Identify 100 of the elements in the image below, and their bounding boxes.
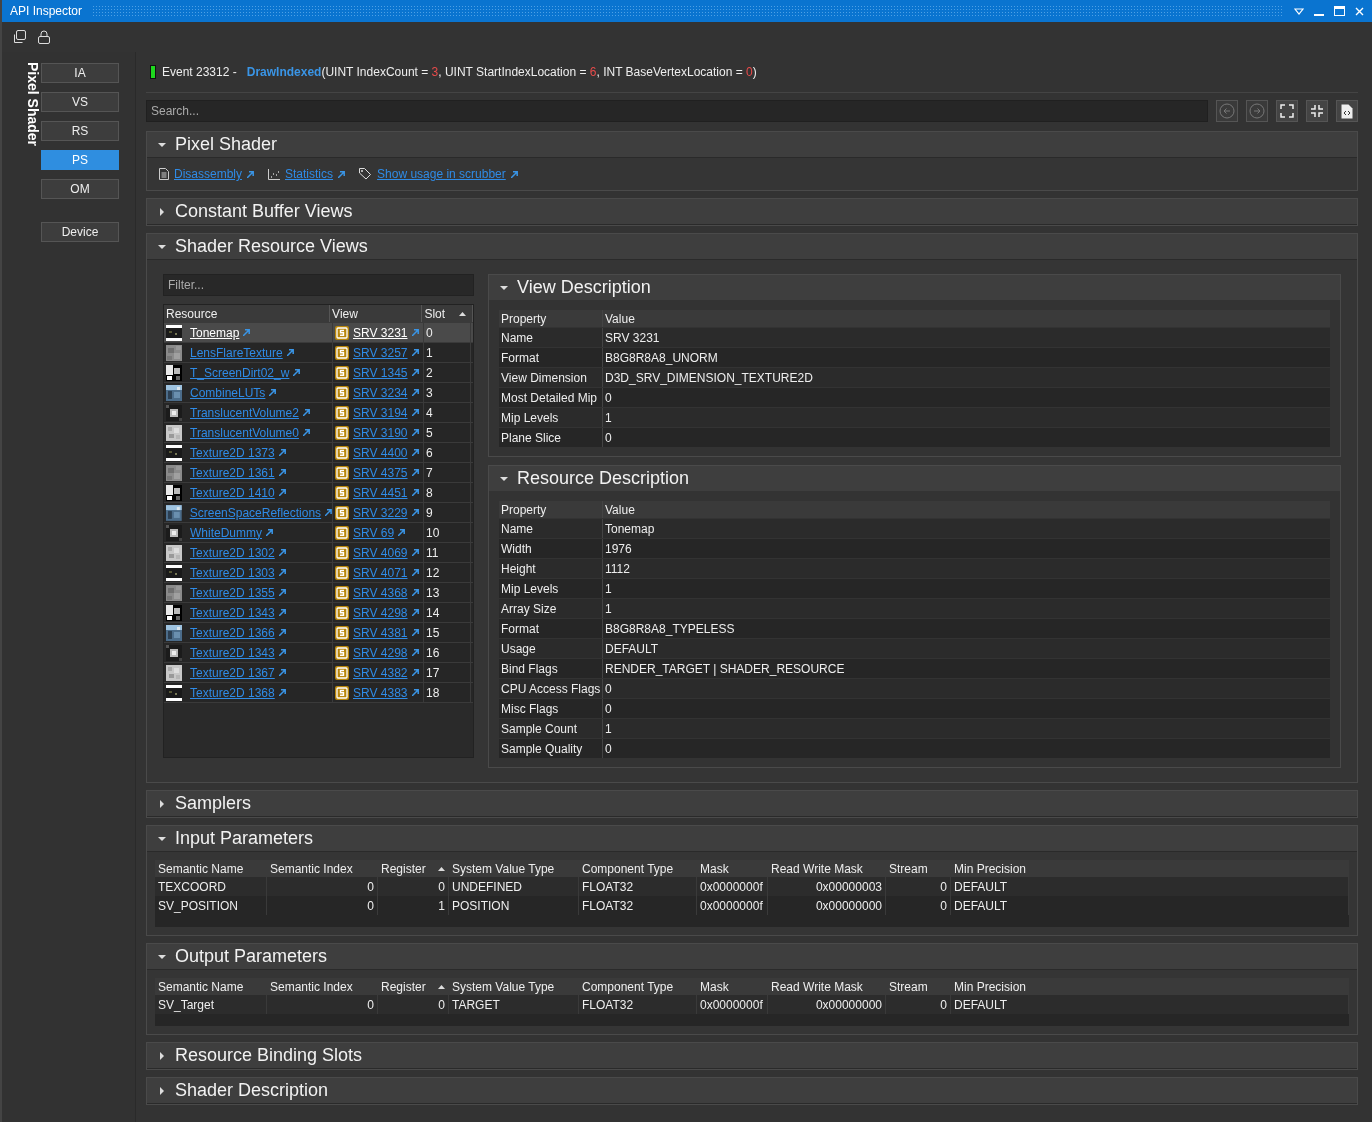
external-link-icon[interactable] <box>411 649 419 656</box>
external-link-icon[interactable] <box>510 170 518 178</box>
close-icon[interactable] <box>1355 6 1364 16</box>
caret-icon[interactable] <box>158 952 166 961</box>
external-link-icon[interactable] <box>411 669 419 676</box>
external-link-icon[interactable] <box>278 669 286 676</box>
resource-link[interactable]: Texture2D 1303 <box>190 565 275 580</box>
column-header[interactable]: Slot <box>422 305 473 322</box>
external-link-icon[interactable] <box>266 529 273 536</box>
resource-row[interactable]: Texture2D 1368 SRV 4383 18 <box>164 683 473 703</box>
view-link[interactable]: SRV 4298 <box>353 605 408 620</box>
resource-link[interactable]: Tonemap <box>190 325 240 340</box>
external-link-icon[interactable] <box>411 489 419 496</box>
resource-row[interactable]: T_ScreenDirt02_w SRV 1345 2 <box>164 363 473 383</box>
copy-icon[interactable] <box>12 30 26 44</box>
sort-icon[interactable] <box>459 311 466 316</box>
section-header[interactable]: Pixel Shader <box>147 132 1357 158</box>
stage-button[interactable]: IA <box>41 63 119 83</box>
panel-header[interactable]: View Description <box>489 275 1340 300</box>
link[interactable]: Show usage in scrubber <box>377 167 506 181</box>
resource-link[interactable]: Texture2D 1410 <box>190 485 275 500</box>
external-link-icon[interactable] <box>302 429 310 436</box>
external-link-icon[interactable] <box>302 409 310 416</box>
external-link-icon[interactable] <box>293 369 301 376</box>
resource-link[interactable]: Texture2D 1373 <box>190 445 275 460</box>
external-link-icon[interactable] <box>278 629 286 636</box>
column-header[interactable]: Value <box>603 311 635 326</box>
search-field[interactable]: Search... <box>146 100 1208 122</box>
caret-icon[interactable] <box>158 799 166 808</box>
section-header[interactable]: Resource Binding Slots <box>147 1043 1357 1069</box>
resource-row[interactable]: Texture2D 1366 SRV 4381 15 <box>164 623 473 643</box>
column-header[interactable]: Property <box>499 501 603 518</box>
export-button[interactable] <box>1336 100 1358 122</box>
resource-row[interactable]: TranslucentVolume2 SRV 3194 4 <box>164 403 473 423</box>
caret-icon[interactable] <box>500 283 508 292</box>
external-link-icon[interactable] <box>411 569 419 576</box>
view-link[interactable]: SRV 4381 <box>353 625 408 640</box>
resource-link[interactable]: TranslucentVolume0 <box>190 425 299 440</box>
resource-link[interactable]: WhiteDummy <box>190 525 262 540</box>
external-link-icon[interactable] <box>278 649 286 656</box>
resource-row[interactable]: Texture2D 1410 SRV 4451 8 <box>164 483 473 503</box>
external-link-icon[interactable] <box>286 349 294 356</box>
section-header[interactable]: Shader Resource Views <box>147 234 1357 260</box>
section-header[interactable]: Shader Description <box>147 1078 1357 1104</box>
external-link-icon[interactable] <box>411 449 419 456</box>
external-link-icon[interactable] <box>411 329 419 336</box>
view-link[interactable]: SRV 4451 <box>353 485 408 500</box>
resource-row[interactable]: CombineLUTs SRV 3234 3 <box>164 383 473 403</box>
view-link[interactable]: SRV 3257 <box>353 345 408 360</box>
external-link-icon[interactable] <box>411 369 419 376</box>
view-link[interactable]: SRV 3234 <box>353 385 408 400</box>
external-link-icon[interactable] <box>411 409 419 416</box>
view-link[interactable]: SRV 3229 <box>353 505 408 520</box>
section-header[interactable]: Input Parameters <box>147 826 1357 852</box>
resource-row[interactable]: TranslucentVolume0 SRV 3190 5 <box>164 423 473 443</box>
sort-icon[interactable] <box>438 984 445 989</box>
dropdown-icon[interactable] <box>1294 6 1304 16</box>
column-header[interactable]: Property <box>499 310 603 327</box>
resource-row[interactable]: WhiteDummy SRV 69 10 <box>164 523 473 543</box>
resource-link[interactable]: CombineLUTs <box>190 385 266 400</box>
filter-field[interactable]: Filter... <box>163 274 474 296</box>
stage-button[interactable]: OM <box>41 179 119 199</box>
external-link-icon[interactable] <box>278 589 286 596</box>
external-link-icon[interactable] <box>411 609 419 616</box>
resource-row[interactable]: LensFlareTexture SRV 3257 1 <box>164 343 473 363</box>
resource-link[interactable]: T_ScreenDirt02_w <box>190 365 290 380</box>
resource-row[interactable]: Texture2D 1302 SRV 4069 11 <box>164 543 473 563</box>
view-link[interactable]: SRV 3194 <box>353 405 408 420</box>
resource-row[interactable]: Tonemap SRV 3231 0 <box>164 323 473 343</box>
link[interactable]: Statistics <box>285 167 334 181</box>
external-link-icon[interactable] <box>411 429 419 436</box>
section-header[interactable]: Samplers <box>147 791 1357 817</box>
device-button[interactable]: Device <box>41 222 119 242</box>
resource-link[interactable]: Texture2D 1368 <box>190 685 275 700</box>
stage-button[interactable]: RS <box>41 121 119 141</box>
resource-link[interactable]: ScreenSpaceReflections <box>189 505 322 520</box>
column-header[interactable]: Resource <box>164 305 331 322</box>
view-link[interactable]: SRV 4071 <box>353 565 408 580</box>
view-link[interactable]: SRV 4298 <box>353 645 408 660</box>
resource-row[interactable]: Texture2D 1343 SRV 4298 14 <box>164 603 473 623</box>
external-link-icon[interactable] <box>411 549 419 556</box>
caret-icon[interactable] <box>158 140 166 149</box>
sort-icon[interactable] <box>438 866 445 871</box>
external-link-icon[interactable] <box>325 509 332 516</box>
view-link[interactable]: SRV 3190 <box>353 425 408 440</box>
external-link-icon[interactable] <box>278 549 286 556</box>
column-header[interactable]: Value <box>603 502 635 517</box>
resource-link[interactable]: Texture2D 1343 <box>190 605 275 620</box>
resource-row[interactable]: Texture2D 1355 SRV 4368 13 <box>164 583 473 603</box>
section-header[interactable]: Output Parameters <box>147 944 1357 970</box>
external-link-icon[interactable] <box>398 529 406 536</box>
resource-link[interactable]: Texture2D 1355 <box>190 585 275 600</box>
external-link-icon[interactable] <box>278 689 286 696</box>
link[interactable]: Disassembly <box>174 167 242 181</box>
resource-row[interactable]: Texture2D 1367 SRV 4382 17 <box>164 663 473 683</box>
external-link-icon[interactable] <box>411 469 419 476</box>
external-link-icon[interactable] <box>243 329 251 336</box>
resource-link[interactable]: Texture2D 1367 <box>190 665 275 680</box>
resource-link[interactable]: TranslucentVolume2 <box>190 405 299 420</box>
view-link[interactable]: SRV 4069 <box>353 545 408 560</box>
